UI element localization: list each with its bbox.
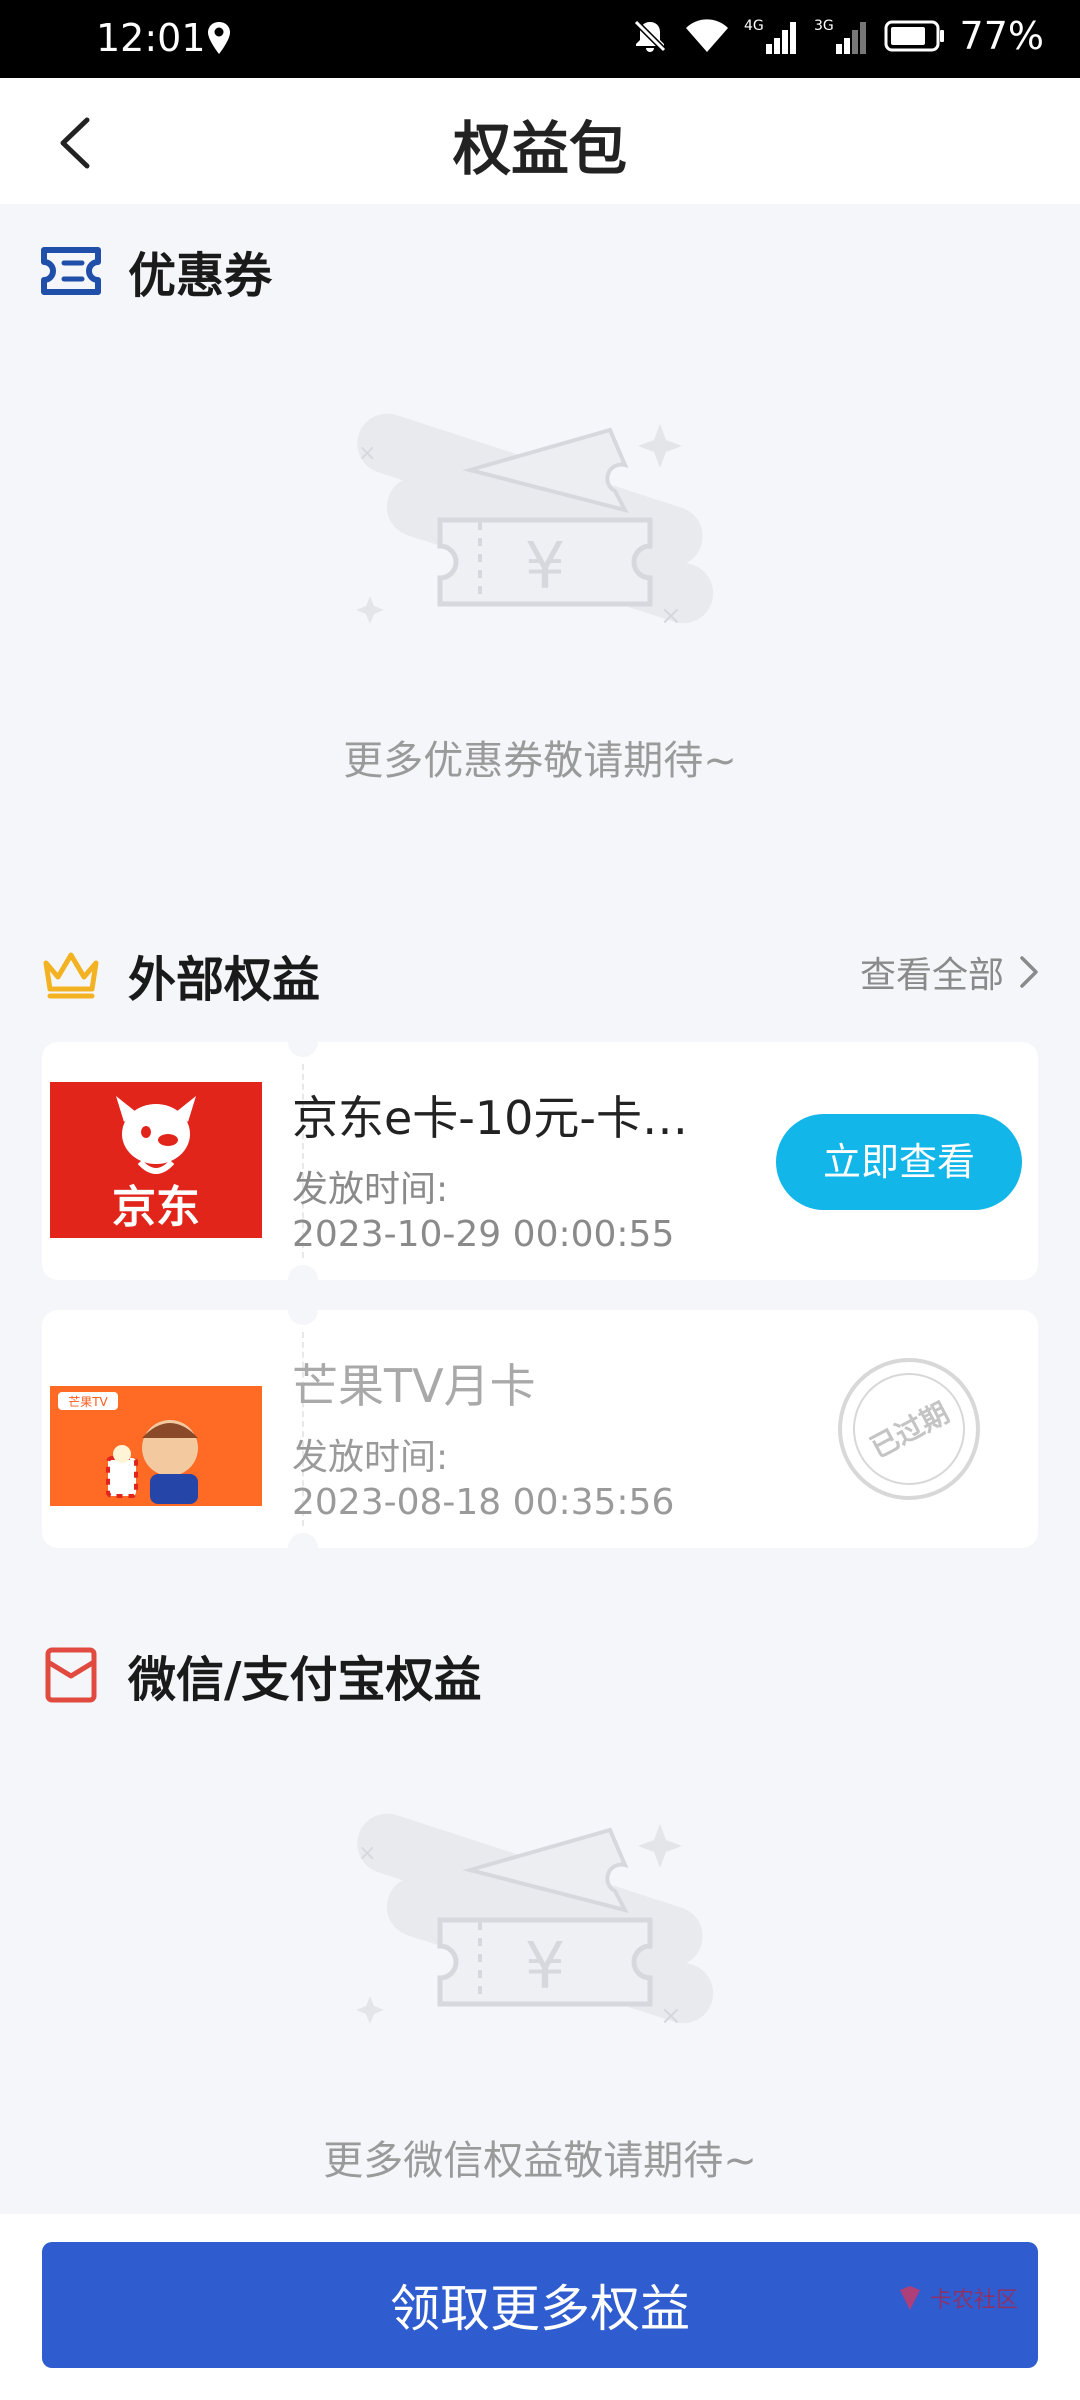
svg-text:×: ×: [660, 601, 682, 631]
chevron-right-icon: [1020, 956, 1038, 988]
wechat-section-header: 微信/支付宝权益: [40, 1640, 482, 1710]
empty-coupon-illustration: ¥ × ×: [340, 400, 740, 660]
card-issue-label: 发放时间:: [292, 1437, 449, 1478]
view-all-link[interactable]: 查看全部: [860, 946, 1040, 998]
red-packet-icon: [40, 1644, 102, 1706]
mangotv-card-thumbnail: 芒果TV: [50, 1350, 262, 1506]
location-icon: [206, 20, 232, 60]
benefit-card-mangotv[interactable]: 芒果TV 芒果TV月卡 发放时间: 2023-08-18 00:35:56 已过…: [42, 1295, 1038, 1563]
card-title: 芒果TV月卡: [292, 1359, 536, 1413]
coupons-title: 优惠券: [128, 248, 273, 304]
svg-text:¥: ¥: [525, 1930, 566, 2004]
watermark-text: 卡农社区: [929, 2288, 1018, 2313]
expired-stamp: 已过期: [833, 1353, 985, 1505]
signal-4g-icon: 4G: [744, 16, 800, 56]
mangotv-logo-text: 芒果TV: [68, 1394, 108, 1409]
wechat-title: 微信/支付宝权益: [128, 1652, 482, 1708]
claim-more-button[interactable]: 领取更多权益: [42, 2242, 1038, 2368]
coupons-empty-text: 更多优惠券敬请期待~: [343, 738, 737, 784]
nav-bar: 权益包: [0, 78, 1080, 204]
card-title: 京东e卡-10元-卡…: [292, 1091, 689, 1145]
page-title: 权益包: [452, 115, 627, 183]
status-time: 12:01: [96, 16, 206, 60]
card-issue-time: 2023-10-29 00:00:55: [292, 1214, 675, 1255]
bottom-action-bar: 领取更多权益 卡农社区: [0, 2214, 1080, 2400]
card-issue-time: 2023-08-18 00:35:56: [292, 1482, 675, 1523]
view-all-label: 查看全部: [859, 955, 1004, 996]
watermark-logo-icon: [899, 2286, 920, 2310]
svg-text:×: ×: [358, 441, 376, 466]
watermark: 卡农社区: [896, 2282, 1018, 2314]
battery-percent: 77%: [959, 14, 1044, 58]
svg-text:×: ×: [358, 1841, 376, 1866]
external-section-header: 外部权益: [40, 940, 320, 1010]
external-title: 外部权益: [128, 952, 321, 1008]
net2-label: 3G: [814, 18, 834, 34]
jd-logo-text: 京东: [112, 1182, 200, 1233]
battery-icon: [884, 18, 946, 54]
ticket-icon: [40, 240, 102, 302]
net1-label: 4G: [744, 18, 764, 34]
wechat-empty-text: 更多微信权益敬请期待~: [323, 2138, 757, 2184]
svg-text:×: ×: [660, 2001, 682, 2031]
expired-label: 已过期: [864, 1396, 955, 1465]
view-now-button[interactable]: 立即查看: [776, 1114, 1022, 1210]
mute-icon: [630, 16, 670, 56]
signal-3g-icon: 3G: [814, 16, 870, 56]
card-issue-label: 发放时间:: [292, 1169, 449, 1210]
empty-wechat-illustration: ¥ × ×: [340, 1800, 740, 2060]
coupons-section-header: 优惠券: [40, 236, 272, 306]
jd-card-thumbnail: 京东: [50, 1082, 262, 1238]
status-bar: 12:01 4G 3G 77%: [0, 0, 1080, 78]
crown-icon: [40, 944, 102, 1006]
wifi-icon: [684, 16, 730, 56]
benefit-card-jd[interactable]: 京东 京东e卡-10元-卡… 发放时间: 2023-10-29 00:00:55…: [42, 1027, 1038, 1295]
svg-text:¥: ¥: [525, 530, 566, 604]
